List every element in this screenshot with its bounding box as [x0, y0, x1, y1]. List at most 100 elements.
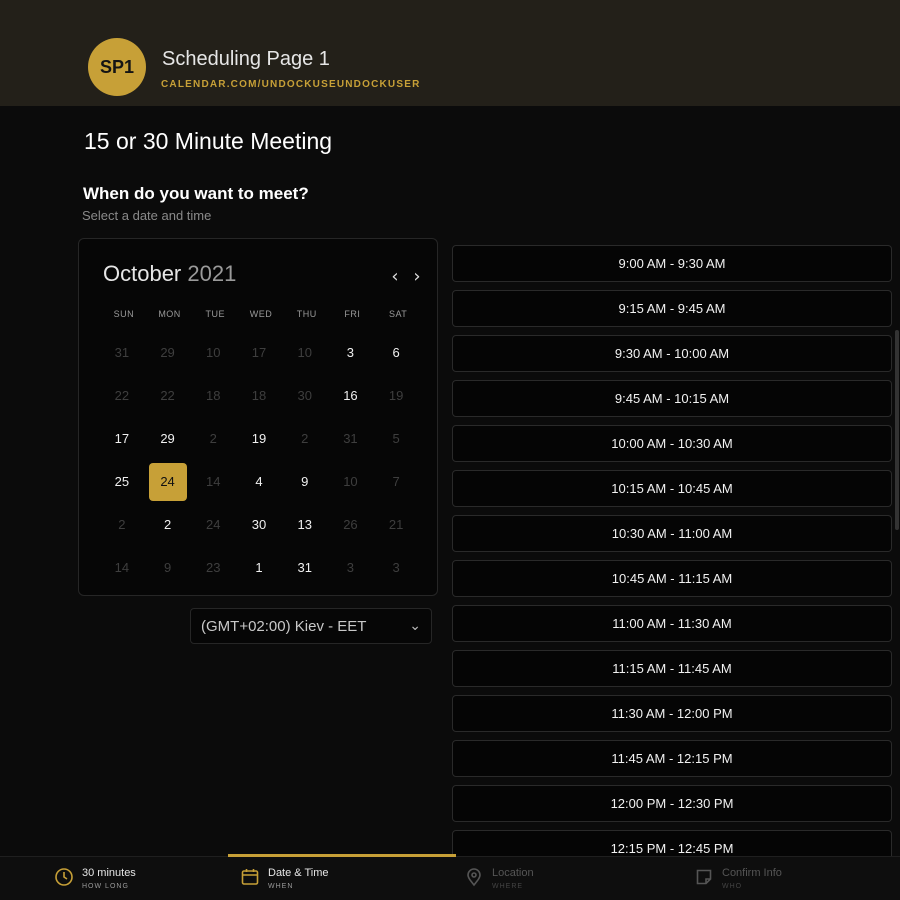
time-slot-button[interactable]: 10:15 AM - 10:45 AM	[452, 470, 892, 507]
calendar-day-number: 13	[297, 517, 312, 532]
calendar-day-number: 1	[255, 560, 263, 575]
weekday-label: MON	[158, 309, 181, 319]
calendar-day-number: 3	[346, 560, 355, 575]
calendar-day-unavailable: 2	[99, 503, 145, 546]
calendar-day-number: 30	[297, 388, 312, 403]
active-step-indicator	[228, 854, 456, 857]
calendar-day-number: 6	[392, 345, 400, 360]
calendar-day-unavailable: 22	[99, 374, 145, 417]
calendar-month-label: October 2021	[103, 261, 236, 287]
calendar-day-number: 14	[206, 474, 221, 489]
next-month-button[interactable]: ›	[409, 266, 425, 287]
when-heading: When do you want to meet?	[83, 184, 309, 203]
calendar-day-available[interactable]: 2	[145, 503, 191, 546]
calendar-day-number: 2	[301, 431, 309, 446]
calendar-day-number: 5	[392, 431, 400, 446]
calendar-day-number: 26	[343, 517, 358, 532]
calendar-day-number: 22	[114, 388, 130, 403]
calendar-day-number: 21	[388, 517, 404, 532]
when-subtitle: Select a date and time	[82, 208, 212, 223]
calendar-day-selected[interactable]: 24	[145, 460, 191, 503]
time-slot-button[interactable]: 11:30 AM - 12:00 PM	[452, 695, 892, 732]
time-slot-button[interactable]: 10:00 AM - 10:30 AM	[452, 425, 892, 462]
calendar-day-available[interactable]: 29	[145, 417, 191, 460]
calendar-day-available[interactable]: 17	[99, 417, 145, 460]
calendar-day-available[interactable]: 25	[99, 460, 145, 503]
calendar-day-number: 19	[388, 388, 404, 403]
calendar-day-number: 9	[163, 560, 172, 575]
time-slot-scrollbar[interactable]	[895, 330, 899, 530]
calendar-day-number: 30	[251, 517, 267, 532]
scheduling-page-url[interactable]: CALENDAR.COM/UNDOCKUSEUNDOCKUSER	[161, 79, 421, 90]
time-slot-button[interactable]: 10:45 AM - 11:15 AM	[452, 560, 892, 597]
time-slot-button[interactable]: 11:15 AM - 11:45 AM	[452, 650, 892, 687]
calendar-day-unavailable: 14	[99, 546, 145, 589]
calendar-day-unavailable: 18	[190, 374, 236, 417]
calendar-day-available[interactable]: 9	[282, 460, 328, 503]
calendar-day-unavailable: 17	[236, 331, 282, 374]
calendar-day-available[interactable]: 31	[282, 546, 328, 589]
map-pin-icon	[464, 867, 484, 887]
step-date-time-label: Date & Time	[268, 867, 329, 879]
step-confirm-label: Confirm Info	[722, 867, 782, 879]
calendar-day-available[interactable]: 3	[328, 331, 374, 374]
calendar-month: October	[103, 261, 182, 286]
weekday-label: WED	[249, 309, 273, 319]
calendar-day-available[interactable]: 16	[328, 374, 374, 417]
time-slot-button[interactable]: 9:45 AM - 10:15 AM	[452, 380, 892, 417]
calendar-day-number: 17	[114, 431, 130, 446]
calendar-day-unavailable: 10	[328, 460, 374, 503]
step-duration-label: 30 minutes	[82, 867, 136, 879]
calendar-day-number: 9	[301, 474, 309, 489]
scheduling-page-name: Scheduling Page 1	[162, 48, 330, 70]
calendar-day-number: 25	[114, 474, 130, 489]
calendar-day-available[interactable]: 6	[373, 331, 419, 374]
calendar-day-number: 18	[206, 388, 221, 403]
chevron-down-icon: ⌄	[409, 617, 421, 633]
calendar-day-number: 4	[255, 474, 263, 489]
calendar-day-number: 19	[251, 431, 267, 446]
calendar-day-number: 31	[343, 431, 358, 446]
calendar-day-unavailable: 2	[282, 417, 328, 460]
calendar-day-number: 29	[160, 431, 175, 446]
calendar-day-number: 10	[297, 345, 312, 360]
calendar-day-unavailable: 10	[282, 331, 328, 374]
time-slot-button[interactable]: 11:00 AM - 11:30 AM	[452, 605, 892, 642]
meeting-title: 15 or 30 Minute Meeting	[84, 128, 333, 154]
calendar-day-available[interactable]: 19	[236, 417, 282, 460]
calendar-day-available[interactable]: 4	[236, 460, 282, 503]
weekday-label: SAT	[388, 309, 408, 319]
calendar-day-unavailable: 24	[190, 503, 236, 546]
calendar-day-available[interactable]: 30	[236, 503, 282, 546]
calendar-day-number: 31	[114, 345, 130, 360]
timezone-value: (GMT+02:00) Kiev - EET	[201, 618, 367, 635]
prev-month-button[interactable]: ‹	[387, 268, 403, 286]
calendar-day-number: 2	[118, 517, 126, 532]
calendar-days: 31 29 10 17 10 3 6 22 22 18 18 30 16 19 17 29 2 19 2 31 5 25 2…	[99, 331, 419, 589]
calendar-day-unavailable: 3	[373, 546, 419, 589]
calendar-day-unavailable: 14	[190, 460, 236, 503]
calendar-day-number: 23	[206, 560, 221, 575]
time-slot-button[interactable]: 10:30 AM - 11:00 AM	[452, 515, 892, 552]
calendar-day-number: 3	[392, 560, 400, 575]
step-nav: 30 minutes HOW LONG Date & Time WHEN Loc…	[0, 854, 900, 900]
weekday-label: TUE	[205, 309, 226, 319]
calendar-day-unavailable: 3	[328, 546, 374, 589]
calendar-day-number: 29	[160, 345, 175, 360]
step-duration-sub: HOW LONG	[82, 883, 129, 890]
calendar-day-number: 14	[114, 560, 130, 575]
timezone-select[interactable]: (GMT+02:00) Kiev - EET ⌄	[190, 608, 432, 644]
time-slot-button[interactable]: 12:00 PM - 12:30 PM	[452, 785, 892, 822]
time-slot-button[interactable]: 9:15 AM - 9:45 AM	[452, 290, 892, 327]
calendar-day-unavailable: 30	[282, 374, 328, 417]
calendar-day-available[interactable]: 13	[282, 503, 328, 546]
time-slot-button[interactable]: 9:00 AM - 9:30 AM	[452, 245, 892, 282]
step-location-label: Location	[492, 867, 534, 879]
calendar-day-number: 17	[251, 345, 267, 360]
time-slot-button[interactable]: 11:45 AM - 12:15 PM	[452, 740, 892, 777]
time-slot-button[interactable]: 9:30 AM - 10:00 AM	[452, 335, 892, 372]
chevron-right-icon: ›	[413, 266, 421, 287]
calendar-day-number: 24	[148, 462, 187, 501]
calendar-day-unavailable: 10	[190, 331, 236, 374]
calendar-day-available[interactable]: 1	[236, 546, 282, 589]
